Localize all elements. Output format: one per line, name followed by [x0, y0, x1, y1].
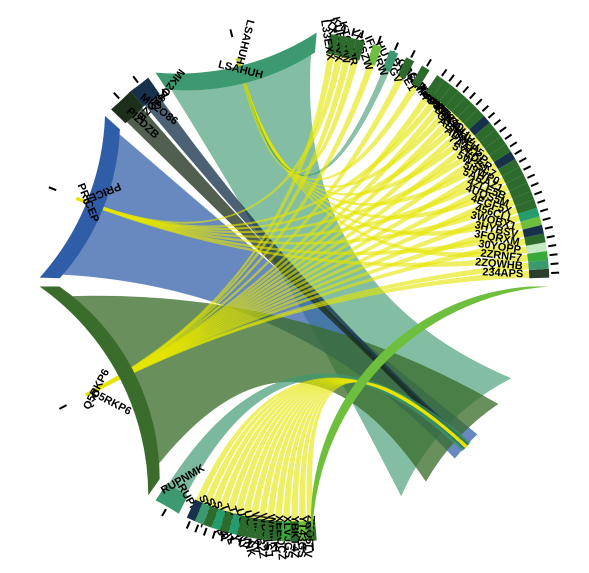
- tick-DS3UGQ: [482, 106, 488, 111]
- tick-L33EXX: [335, 25, 336, 33]
- tick-7AALKP: [510, 142, 517, 146]
- tick-GNYFCJ: [456, 81, 461, 87]
- tick-SCNN7P: [187, 521, 190, 528]
- tick-MK2O86: [133, 76, 138, 82]
- tick-PIZDZB: [114, 93, 119, 99]
- tick-3WOBX1: [543, 218, 551, 220]
- tick-4ZLE5B: [531, 183, 538, 186]
- tick-4EGF5X: [537, 200, 545, 203]
- tick-GOYAB3: [449, 75, 454, 81]
- tick-Q5RKP6: [59, 405, 66, 409]
- tick-PRICEP: [49, 187, 56, 190]
- tick-WMLB2Z: [248, 540, 249, 548]
- arc-234APS[interactable]: [529, 269, 549, 279]
- tick-2ZRNF7: [550, 254, 558, 255]
- label-LSAHUH: LSAHUH: [233, 18, 256, 65]
- tick-DLYJLU: [488, 113, 494, 118]
- chord-diagram: 234APS2ZQWHB2ZRNF730YOPP3FQRXM3HYBSV3WOB…: [0, 0, 589, 573]
- tick-3HYBSV: [545, 227, 553, 229]
- tick-456CLL: [540, 209, 548, 211]
- tick-ADNEP5: [505, 135, 512, 140]
- tick-SUYCAL: [204, 528, 207, 536]
- tick-SODD49: [195, 525, 198, 532]
- tick-CBXHJV: [494, 120, 500, 125]
- tick-5ARAZ1: [527, 175, 534, 178]
- tick-2ZQWHB: [551, 263, 559, 264]
- tick-RUPNMK: [162, 509, 166, 516]
- tick-IFFURW: [395, 43, 398, 50]
- tick-4UQS5M: [534, 192, 541, 195]
- tick-HBYEE1: [427, 59, 431, 66]
- tick-GQ6ZMH: [442, 69, 447, 76]
- tick-AEMOFU: [500, 127, 506, 132]
- tick-5W3SL7: [519, 158, 526, 162]
- tick-WHMKL: [267, 542, 268, 550]
- tick-LSAHUH: [230, 29, 232, 37]
- tick-5YVDER: [515, 150, 522, 154]
- tick-HUTZGV: [411, 50, 415, 57]
- tick-GMJEYT: [463, 87, 468, 93]
- tick-5I9WP0: [523, 166, 530, 170]
- tick-WD81SJ: [258, 541, 259, 549]
- tick-30YOPP: [548, 245, 556, 246]
- tick-3FQRXM: [547, 236, 555, 238]
- tick-EWIEH4: [476, 99, 482, 105]
- tick-FUDWVK: [470, 93, 475, 99]
